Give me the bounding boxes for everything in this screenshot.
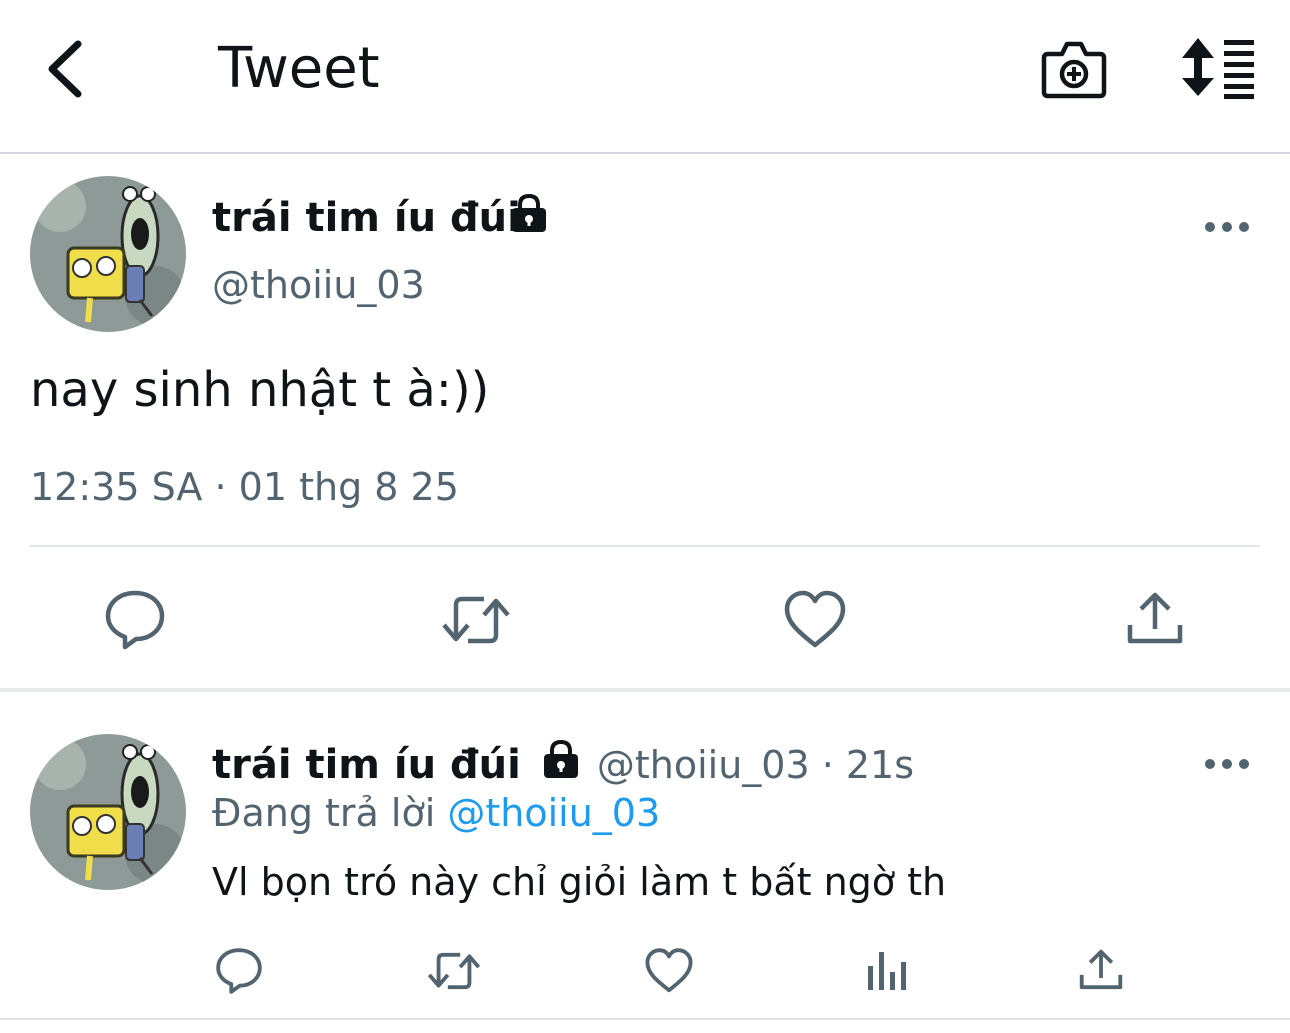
tweet-timestamp: 12:35 SA · 01 thg 8 25: [30, 465, 459, 509]
tweet-text: nay sinh nhật t à:)): [30, 362, 490, 418]
page-title: Tweet: [218, 36, 380, 101]
top-bar: Tweet: [0, 0, 1290, 152]
avatar[interactable]: [30, 176, 186, 332]
like-button[interactable]: [642, 944, 696, 998]
replying-to: Đang trả lời @thoiiu_03: [212, 788, 660, 838]
reply-button[interactable]: [100, 585, 170, 655]
share-icon: [1127, 592, 1183, 644]
camera-button[interactable]: [1040, 36, 1108, 100]
reply-button[interactable]: [212, 944, 266, 998]
section-divider: [0, 688, 1290, 692]
like-icon: [645, 948, 693, 993]
author-name[interactable]: trái tim íu đúi: [212, 742, 521, 788]
reply-meta[interactable]: @thoiiu_03 · 21s: [597, 743, 914, 787]
lock-icon: [539, 738, 583, 782]
more-horizontal-icon: [1205, 759, 1249, 769]
sort-replies-button[interactable]: [1178, 36, 1258, 100]
divider: [30, 545, 1260, 547]
lock-icon: [507, 192, 551, 236]
views-icon: [868, 952, 906, 990]
share-button[interactable]: [1074, 944, 1128, 998]
reply-header: trái tim íu đúi @thoiiu_03 · 21s: [212, 738, 914, 792]
retweet-button[interactable]: [438, 585, 514, 655]
more-horizontal-icon: [1205, 222, 1249, 232]
reply-icon: [105, 590, 165, 650]
reply-icon: [216, 948, 262, 994]
divider: [0, 1018, 1290, 1020]
header-divider: [0, 152, 1290, 154]
more-button[interactable]: [1200, 742, 1254, 786]
retweet-icon: [427, 952, 481, 990]
like-icon: [784, 590, 846, 648]
tweet-text: Vl bọn tró này chỉ giỏi làm t bất ngờ th: [212, 860, 947, 904]
author-name[interactable]: trái tim íu đúi: [212, 192, 521, 244]
views-button[interactable]: [860, 944, 914, 998]
more-button[interactable]: [1200, 205, 1254, 249]
sort-list-icon: [1182, 38, 1254, 99]
replying-to-handle[interactable]: @thoiiu_03: [447, 791, 660, 835]
replying-to-label: Đang trả lời: [212, 791, 436, 835]
camera-plus-icon: [1041, 41, 1107, 99]
avatar[interactable]: [30, 734, 186, 890]
like-button[interactable]: [780, 585, 850, 655]
retweet-icon: [442, 596, 510, 644]
share-button[interactable]: [1120, 585, 1190, 655]
back-button[interactable]: [40, 34, 92, 104]
retweet-button[interactable]: [424, 944, 484, 998]
author-handle[interactable]: @thoiiu_03: [212, 260, 425, 310]
chevron-left-icon: [48, 40, 82, 98]
share-icon: [1079, 949, 1123, 990]
